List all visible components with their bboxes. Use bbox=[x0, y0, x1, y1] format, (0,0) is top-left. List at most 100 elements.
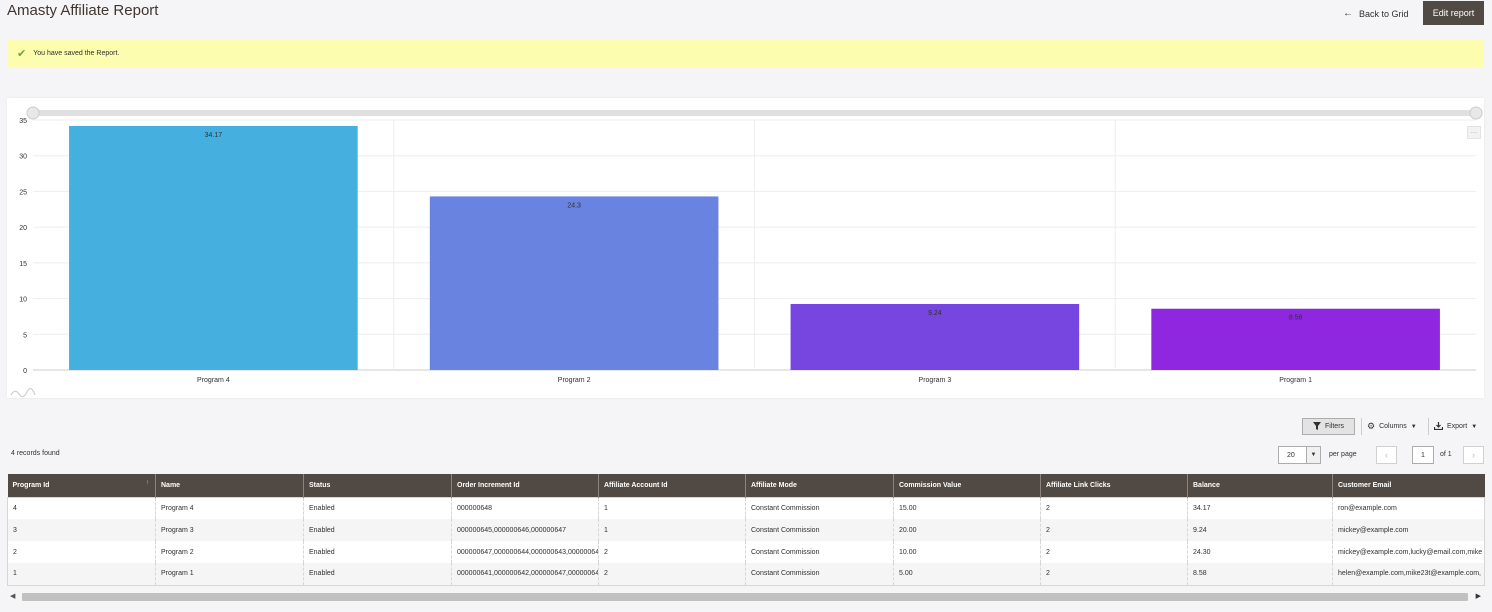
table-cell: 4 bbox=[7, 497, 156, 519]
scrollbar-thumb[interactable] bbox=[22, 593, 1468, 601]
column-header[interactable]: Name bbox=[155, 474, 304, 497]
columns-button[interactable]: ⚙ Columns ▼ bbox=[1367, 418, 1417, 435]
table-cell: Program 2 bbox=[155, 541, 304, 563]
data-label: 34.17 bbox=[205, 132, 223, 139]
table-cell: Enabled bbox=[303, 541, 452, 563]
sort-arrow-icon[interactable]: ↑ bbox=[146, 480, 149, 486]
column-header[interactable]: Affiliate Mode bbox=[745, 474, 894, 497]
table-cell: 34.17 bbox=[1187, 497, 1333, 519]
bar bbox=[69, 125, 358, 370]
toolbar-divider bbox=[1428, 418, 1429, 435]
table-cell: Constant Commission bbox=[745, 497, 894, 519]
records-count: 4 records found bbox=[11, 450, 60, 457]
table-cell: helen@example.com,mike23t@example.com, bbox=[1332, 563, 1485, 585]
table-row[interactable]: 1 Program 1 Enabled 000000641,000000642,000… bbox=[7, 563, 1485, 585]
previous-page-button[interactable]: ‹ bbox=[1376, 446, 1397, 464]
table-cell: 2 bbox=[7, 541, 156, 563]
page-title: Amasty Affiliate Report bbox=[7, 2, 159, 19]
range-slider-left-handle bbox=[26, 106, 40, 120]
caret-down-icon: ▼ bbox=[1410, 423, 1417, 430]
table-row[interactable]: 2 Program 2 Enabled 000000647,000000644,000… bbox=[7, 541, 1485, 563]
table-cell: 5.00 bbox=[893, 563, 1041, 585]
y-tick-label: 30 bbox=[19, 154, 27, 161]
columns-label: Columns bbox=[1379, 423, 1407, 430]
range-slider-right-handle bbox=[1469, 106, 1483, 120]
table-cell: mickey@example.com,lucky@email.com,mike bbox=[1332, 541, 1485, 563]
y-tick-label: 20 bbox=[19, 225, 27, 232]
checkmark-icon: ✔ bbox=[17, 48, 27, 60]
success-message-text: You have saved the Report. bbox=[33, 50, 120, 57]
column-header-label: Order Increment Id bbox=[457, 481, 520, 489]
table-cell: 2 bbox=[598, 541, 746, 563]
x-tick-label: Program 2 bbox=[558, 377, 591, 384]
bar-chart: 0 5 10 15 20 25 30 35 34.17 Program 4 24.3 Program … bbox=[10, 106, 1483, 398]
arrow-left-icon: ← bbox=[1343, 8, 1353, 19]
x-tick-label: Program 1 bbox=[1279, 377, 1312, 384]
report-grid: Program Id ↑ Name Status Order Increment Id A… bbox=[7, 474, 1485, 586]
table-cell: 15.00 bbox=[893, 497, 1041, 519]
table-cell: 20.00 bbox=[893, 519, 1041, 541]
column-header[interactable]: Status bbox=[303, 474, 452, 497]
scroll-left-icon[interactable]: ◀ bbox=[10, 592, 15, 600]
table-cell: 000000645,000000646,000000647 bbox=[451, 519, 599, 541]
table-cell: 2 bbox=[1040, 519, 1188, 541]
chart-zoom-reset-button[interactable]: … bbox=[1467, 126, 1481, 139]
table-cell: 2 bbox=[598, 563, 746, 585]
table-cell: 8.58 bbox=[1187, 563, 1333, 585]
table-cell: 1 bbox=[598, 497, 746, 519]
export-button[interactable]: Export ▼ bbox=[1433, 418, 1477, 435]
table-cell: Constant Commission bbox=[745, 541, 894, 563]
table-cell: Program 4 bbox=[155, 497, 304, 519]
filters-button[interactable]: Filters bbox=[1302, 418, 1355, 435]
table-cell: 2 bbox=[1040, 541, 1188, 563]
column-header[interactable]: Balance bbox=[1187, 474, 1333, 497]
column-header[interactable]: Order Increment Id bbox=[451, 474, 599, 497]
next-page-button[interactable]: › bbox=[1463, 446, 1484, 464]
table-cell: 000000647,000000644,000000643,000000642 bbox=[451, 541, 599, 563]
table-cell: Enabled bbox=[303, 497, 452, 519]
y-tick-label: 5 bbox=[23, 332, 27, 339]
column-header[interactable]: Affiliate Account Id bbox=[598, 474, 746, 497]
range-slider-track bbox=[33, 110, 1476, 116]
page-total-label: of 1 bbox=[1440, 451, 1452, 458]
column-header[interactable]: Commission Value bbox=[893, 474, 1041, 497]
success-message: ✔ You have saved the Report. bbox=[7, 40, 1484, 67]
table-cell: Program 1 bbox=[155, 563, 304, 585]
per-page-value: 20 bbox=[1287, 451, 1295, 459]
table-cell: 24.30 bbox=[1187, 541, 1333, 563]
chart-logo-icon bbox=[10, 388, 36, 398]
edit-report-button[interactable]: Edit report bbox=[1423, 1, 1484, 25]
y-tick-label: 10 bbox=[19, 297, 27, 304]
column-header-label: Program Id bbox=[12, 481, 50, 489]
column-header[interactable]: Affiliate Link Clicks bbox=[1040, 474, 1188, 497]
table-cell: 2 bbox=[1040, 497, 1188, 519]
column-header-label: Name bbox=[161, 481, 181, 489]
caret-down-icon[interactable]: ▼ bbox=[1306, 447, 1320, 463]
page-number-input[interactable]: 1 bbox=[1412, 446, 1434, 464]
download-icon bbox=[1433, 421, 1444, 432]
column-header-label: Balance bbox=[1193, 481, 1220, 489]
column-header[interactable]: Customer Email bbox=[1332, 474, 1485, 497]
column-header-label: Affiliate Mode bbox=[751, 481, 797, 489]
table-row[interactable]: 4 Program 4 Enabled 000000648 1 Constant Comm… bbox=[7, 497, 1485, 519]
scroll-right-icon[interactable]: ▶ bbox=[1476, 592, 1481, 600]
horizontal-scrollbar[interactable]: ◀ ▶ bbox=[7, 590, 1484, 604]
column-header[interactable]: Program Id ↑ bbox=[7, 474, 156, 497]
per-page-select[interactable]: 20 ▼ bbox=[1278, 446, 1321, 464]
table-cell: Constant Commission bbox=[745, 563, 894, 585]
table-cell: mickey@example.com bbox=[1332, 519, 1485, 541]
back-to-grid-link[interactable]: ← Back to Grid bbox=[1343, 8, 1409, 19]
table-cell: Constant Commission bbox=[745, 519, 894, 541]
data-label: 9.24 bbox=[928, 310, 942, 317]
table-row[interactable]: 3 Program 3 Enabled 000000645,000000646,000… bbox=[7, 519, 1485, 541]
export-label: Export bbox=[1447, 423, 1468, 430]
table-cell: 000000648 bbox=[451, 497, 599, 519]
table-cell: 10.00 bbox=[893, 541, 1041, 563]
per-page-label: per page bbox=[1329, 451, 1357, 458]
column-header-label: Affiliate Link Clicks bbox=[1046, 481, 1111, 489]
table-cell: 2 bbox=[1040, 563, 1188, 585]
column-header-label: Commission Value bbox=[899, 481, 962, 489]
table-cell: ron@example.com bbox=[1332, 497, 1485, 519]
filters-label: Filters bbox=[1324, 423, 1345, 430]
table-cell: 9.24 bbox=[1187, 519, 1333, 541]
